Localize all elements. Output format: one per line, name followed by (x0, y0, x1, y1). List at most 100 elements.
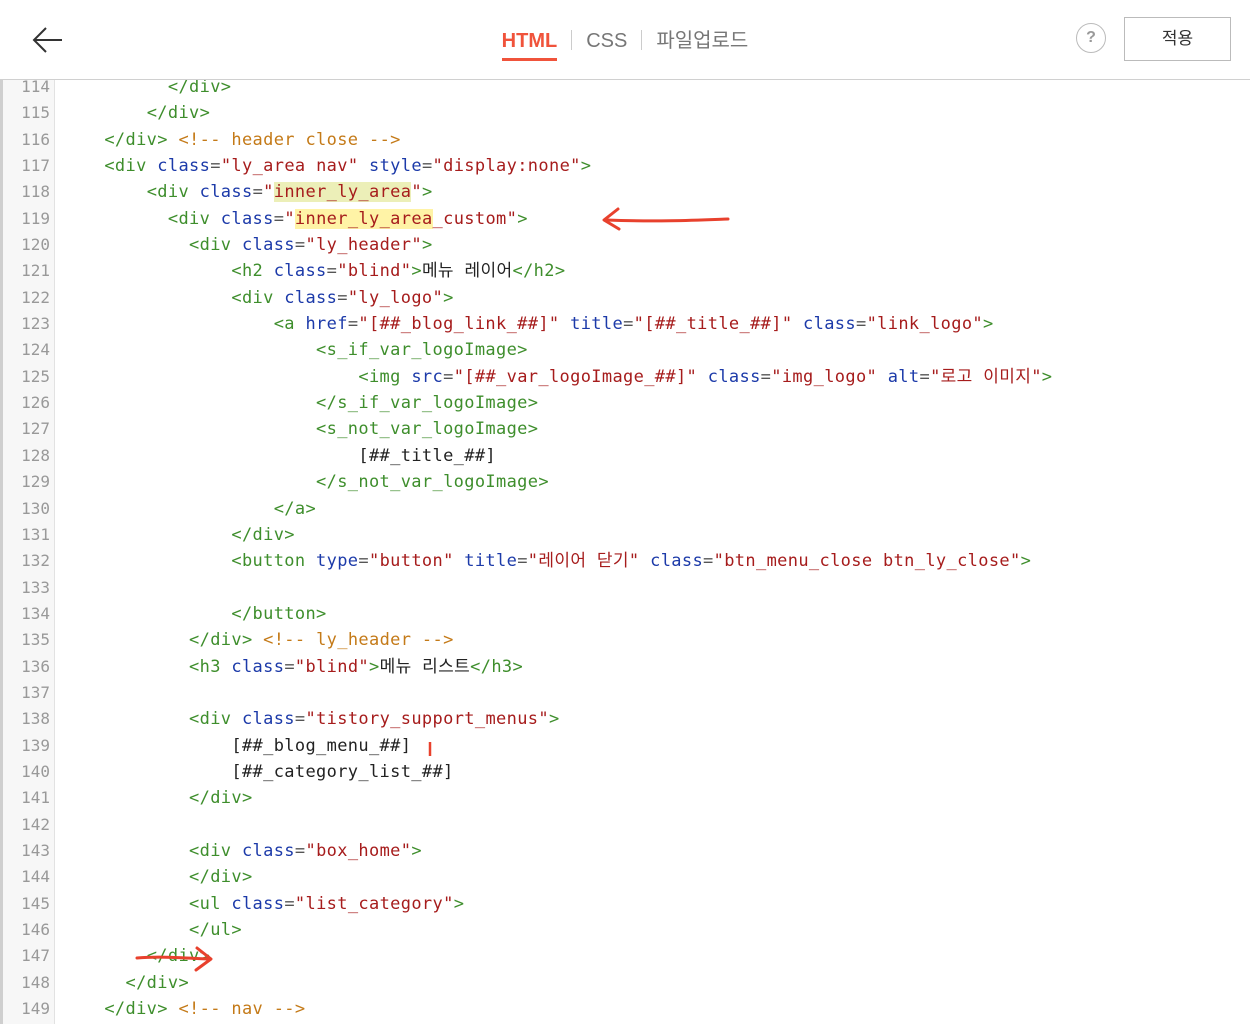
code-token: > (411, 261, 422, 282)
code-token: = (294, 709, 306, 730)
code-token: </div> (104, 129, 168, 150)
line-number: 149 (21, 999, 50, 1019)
code-line[interactable]: 139 [##_blog_menu_##] (0, 733, 1250, 759)
apply-button[interactable]: 적용 (1124, 17, 1231, 61)
code-line[interactable]: 122 <div class="ly_logo"> (0, 285, 1250, 311)
tab-html[interactable]: HTML (488, 0, 572, 80)
code-token: = (358, 551, 369, 572)
line-number: 115 (21, 103, 50, 123)
code-line[interactable]: 127 <s_not_var_logoImage> (0, 416, 1250, 442)
code-line[interactable]: 126 </s_if_var_logoImage> (0, 390, 1250, 416)
code-text: <ul class="list_category"> (62, 891, 464, 917)
code-line[interactable]: 118 <div class="inner_ly_area"> (0, 179, 1250, 205)
code-token: "box_home" (305, 840, 412, 861)
code-token: </ul> (189, 920, 242, 940)
line-number: 120 (21, 235, 50, 255)
code-token: title (464, 551, 518, 572)
code-token: </h2> (512, 261, 566, 282)
code-token: </div> (125, 972, 190, 993)
code-token: <ul (189, 893, 232, 914)
code-token: </div> (231, 524, 295, 545)
code-token: </div> (167, 80, 232, 97)
code-token: </a> (273, 498, 317, 519)
code-line[interactable]: 135 </div> <!-- ly_header --> (0, 627, 1250, 653)
code-line[interactable]: 125 <img src="[##_var_logoImage_##]" cla… (0, 364, 1250, 390)
code-token: alt (887, 366, 920, 387)
code-line[interactable]: 147 </div> (0, 943, 1250, 969)
code-line[interactable]: 120 <div class="ly_header"> (0, 232, 1250, 258)
code-line[interactable]: 128 [##_title_##] (0, 443, 1250, 469)
code-line[interactable]: 143 <div class="box_home"> (0, 838, 1250, 864)
line-number: 141 (21, 788, 50, 808)
code-line[interactable]: 136 <h3 class="blind">메뉴 리스트</h3> (0, 654, 1250, 680)
code-token: <div (189, 840, 242, 861)
code-line[interactable]: 130 </a> (0, 496, 1250, 522)
line-number: 127 (21, 419, 50, 439)
code-line[interactable]: 146 </ul> (0, 917, 1250, 943)
tab-bar: HTML CSS 파일업로드 (0, 0, 1250, 80)
code-line[interactable]: 144 </div> (0, 864, 1250, 890)
code-token: <div (146, 182, 200, 203)
code-line[interactable]: 148 </div> (0, 970, 1250, 996)
code-token: "레이어 닫기" (527, 551, 640, 572)
code-line[interactable]: 138 <div class="tistory_support_menus"> (0, 706, 1250, 732)
code-token: </div> (189, 630, 253, 651)
line-number: 134 (21, 603, 50, 623)
help-button[interactable]: ? (1076, 23, 1106, 53)
code-line[interactable]: 133 (0, 575, 1250, 601)
code-text: </s_if_var_logoImage> (62, 390, 538, 416)
code-token: "display:none" (432, 156, 581, 177)
code-line[interactable]: 137 (0, 680, 1250, 706)
code-token: > (453, 893, 465, 914)
code-line[interactable]: 119 <div class="inner_ly_area_custom"> (0, 206, 1250, 232)
code-token: class (231, 656, 285, 677)
code-line[interactable]: 134 </button> (0, 601, 1250, 627)
code-text: <button type="button" title="레이어 닫기" cla… (62, 548, 1031, 574)
code-line[interactable]: 149 </div> <!-- nav --> (0, 996, 1250, 1022)
code-line[interactable]: 145 <ul class="list_category"> (0, 891, 1250, 917)
code-token: class (241, 709, 295, 730)
code-text: </div> (62, 522, 295, 548)
line-number: 119 (21, 208, 50, 228)
code-token: " (263, 182, 274, 203)
code-editor[interactable]: 114 </div> 115 </div> 116 </div> <!-- head… (0, 80, 1250, 1024)
code-text: [##_category_list_##] (62, 759, 454, 785)
code-line[interactable]: 140 [##_category_list_##] (0, 759, 1250, 785)
tab-css[interactable]: CSS (572, 0, 641, 80)
code-line[interactable]: 117 <div class="ly_area nav" style="disp… (0, 153, 1250, 179)
code-line[interactable]: 115 </div> (0, 100, 1250, 126)
code-token: = (326, 261, 338, 282)
code-line[interactable]: 132 <button type="button" title="레이어 닫기"… (0, 548, 1250, 574)
code-line[interactable]: 129 </s_not_var_logoImage> (0, 469, 1250, 495)
code-token: > (580, 156, 592, 177)
code-line[interactable]: 114 </div> (0, 80, 1250, 100)
code-text: <s_if_var_logoImage> (62, 337, 528, 363)
line-number: 137 (21, 682, 50, 702)
code-token: [##_category_list_##] (231, 761, 454, 782)
code-token: = (517, 551, 528, 572)
code-line[interactable]: 141 </div> (0, 785, 1250, 811)
code-text: </div> <!-- header close --> (62, 127, 401, 153)
code-line[interactable]: 123 <a href="[##_blog_link_##]" title="[… (0, 311, 1250, 337)
code-line[interactable]: 142 (0, 812, 1250, 838)
line-number: 129 (21, 472, 50, 492)
code-line[interactable]: 124 <s_if_var_logoImage> (0, 337, 1250, 363)
code-line[interactable]: 131 </div> (0, 522, 1250, 548)
code-token: = (443, 366, 454, 387)
line-number: 128 (21, 445, 50, 465)
tab-file-upload[interactable]: 파일업로드 (642, 0, 762, 80)
code-line[interactable]: 121 <h2 class="blind">메뉴 레이어</h2> (0, 258, 1250, 284)
code-line[interactable]: 116 </div> <!-- header close --> (0, 127, 1250, 153)
